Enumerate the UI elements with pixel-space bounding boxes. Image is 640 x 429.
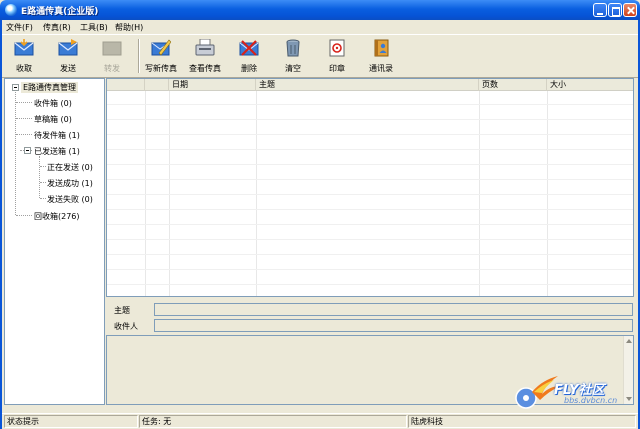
tree-item-recycle-bin[interactable]: 回收箱(276): [34, 211, 80, 222]
subject-label: 主题: [114, 306, 130, 315]
row-divider: [107, 239, 633, 240]
maximize-button[interactable]: [608, 3, 622, 17]
column-header-icon[interactable]: [107, 79, 145, 91]
menu-bar: 文件(F) 传真(R) 工具(B) 帮助(H): [2, 20, 638, 34]
menu-help[interactable]: 帮助(H): [115, 22, 143, 33]
subject-field[interactable]: [154, 303, 633, 316]
address-book-label: 通讯录: [369, 64, 393, 73]
row-divider: [107, 119, 633, 120]
toolbar: 收取 发送 转发 写新传真 查看传真 删除 清空 印章 通讯录: [2, 34, 638, 78]
window-border-left: [0, 20, 2, 429]
status-company: 陆虎科技: [408, 415, 636, 428]
folder-tree: E路通传真管理 收件箱 (0) 草稿箱 (0) 待发件箱 (1) 已发送箱 (1…: [4, 78, 105, 405]
row-divider: [107, 194, 633, 195]
status-hint: 状态提示: [4, 415, 138, 428]
row-divider: [107, 164, 633, 165]
address-book-button[interactable]: 通讯录: [359, 39, 403, 75]
write-fax-label: 写新传真: [145, 64, 177, 73]
row-divider: [107, 254, 633, 255]
view-fax-button[interactable]: 查看传真: [183, 39, 227, 75]
column-header-pages[interactable]: 页数: [479, 79, 547, 91]
recipient-field[interactable]: [154, 319, 633, 332]
receive-button[interactable]: 收取: [2, 39, 46, 75]
row-divider: [107, 284, 633, 285]
receive-label: 收取: [16, 64, 32, 73]
tree-line: [16, 134, 32, 135]
title-bar[interactable]: E路通传真(企业版): [0, 0, 640, 20]
tree-line: [40, 166, 46, 167]
send-envelope-icon: [58, 39, 78, 56]
stamp-icon: [329, 39, 345, 57]
clear-label: 清空: [285, 64, 301, 73]
tree-line: [16, 118, 32, 119]
app-logo-icon: [5, 4, 17, 16]
list-header: 日期 主题 页数 大小: [107, 79, 633, 91]
collapse-root-icon[interactable]: [12, 84, 19, 91]
window-title: E路通传真(企业版): [21, 7, 99, 17]
tree-item-inbox[interactable]: 收件箱 (0): [34, 98, 72, 109]
address-book-icon: [374, 39, 389, 57]
send-button[interactable]: 发送: [46, 39, 90, 75]
column-header-status[interactable]: [145, 79, 169, 91]
tree-item-sent[interactable]: 已发送箱 (1): [34, 146, 80, 157]
status-task: 任务: 无: [139, 415, 407, 428]
delete-label: 删除: [241, 64, 257, 73]
stamp-button[interactable]: 印章: [315, 39, 359, 75]
row-divider: [107, 179, 633, 180]
fax-machine-icon: [195, 39, 215, 56]
watermark: FLY社区 bbs.dvbcn.cn: [512, 370, 634, 410]
fax-list[interactable]: 日期 主题 页数 大小: [106, 78, 634, 297]
forward-button[interactable]: 转发: [90, 39, 134, 75]
view-fax-label: 查看传真: [189, 64, 221, 73]
row-divider: [107, 134, 633, 135]
watermark-url: bbs.dvbcn.cn: [564, 396, 618, 405]
minimize-button[interactable]: [593, 3, 607, 17]
tree-line: [15, 92, 16, 215]
status-bar: 状态提示 任务: 无 陆虎科技: [2, 413, 638, 429]
column-header-size[interactable]: 大小: [547, 79, 633, 91]
recipient-label: 收件人: [114, 322, 138, 331]
write-fax-icon: [151, 39, 171, 56]
send-label: 发送: [60, 64, 76, 73]
menu-tools[interactable]: 工具(B): [80, 22, 108, 33]
tree-line: [16, 102, 32, 103]
write-fax-button[interactable]: 写新传真: [139, 39, 183, 75]
row-divider: [107, 209, 633, 210]
tree-item-sending[interactable]: 正在发送 (0): [47, 162, 93, 173]
clear-button[interactable]: 清空: [271, 39, 315, 75]
scroll-up-icon[interactable]: [626, 339, 632, 343]
tree-line: [16, 215, 32, 216]
forward-icon: [102, 41, 122, 56]
tree-line: [40, 198, 46, 199]
tree-item-outbox[interactable]: 待发件箱 (1): [34, 130, 80, 141]
delete-button[interactable]: 删除: [227, 39, 271, 75]
tree-item-send-success[interactable]: 发送成功 (1): [47, 178, 93, 189]
receive-envelope-icon: [14, 39, 34, 56]
tree-item-drafts[interactable]: 草稿箱 (0): [34, 114, 72, 125]
row-divider: [107, 104, 633, 105]
collapse-sent-icon[interactable]: [24, 147, 31, 154]
row-divider: [107, 269, 633, 270]
forward-label: 转发: [104, 64, 120, 73]
stamp-label: 印章: [329, 64, 345, 73]
column-header-date[interactable]: 日期: [169, 79, 256, 91]
column-header-subject[interactable]: 主题: [256, 79, 479, 91]
tree-line: [39, 156, 40, 198]
trash-can-icon: [286, 39, 300, 57]
menu-file[interactable]: 文件(F): [6, 22, 33, 33]
tree-root[interactable]: E路通传真管理: [21, 82, 79, 93]
menu-fax[interactable]: 传真(R): [43, 22, 71, 33]
row-divider: [107, 149, 633, 150]
row-divider: [107, 224, 633, 225]
delete-icon: [239, 40, 259, 56]
close-button[interactable]: [623, 3, 637, 17]
tree-line: [40, 182, 46, 183]
tree-item-send-failed[interactable]: 发送失败 (0): [47, 194, 93, 205]
